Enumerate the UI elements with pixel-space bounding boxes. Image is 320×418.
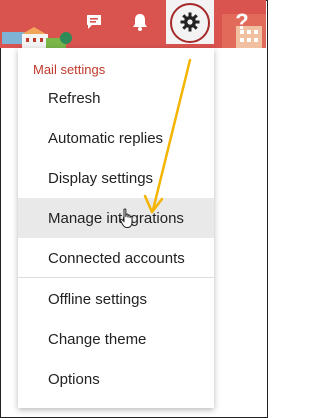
menu-item-label: Refresh <box>48 89 101 107</box>
settings-dropdown: Mail settings Refresh Automatic replies … <box>18 48 214 408</box>
menu-item-manage-integrations[interactable]: Manage integrations <box>18 198 214 238</box>
menu-item-label: Change theme <box>48 330 147 348</box>
menu-item-label: Options <box>48 370 100 388</box>
help-button[interactable]: ? <box>222 0 262 44</box>
menu-item-offline-settings[interactable]: Offline settings <box>18 279 214 319</box>
menu-divider <box>18 277 214 278</box>
roof-illustration <box>22 27 46 34</box>
chat-button[interactable] <box>74 0 114 44</box>
chat-bubble-icon <box>87 15 101 29</box>
menu-item-label: Connected accounts <box>48 249 185 267</box>
menu-item-connected-accounts[interactable]: Connected accounts <box>18 238 214 278</box>
menu-item-label: Automatic replies <box>48 129 164 147</box>
menu-item-label: Offline settings <box>48 290 147 308</box>
menu-item-change-theme[interactable]: Change theme <box>18 319 214 359</box>
menu-item-options[interactable]: Options <box>18 359 214 399</box>
menu-item-label: Display settings <box>48 169 154 187</box>
annotation-circle <box>170 3 210 43</box>
help-label: ? <box>235 9 249 34</box>
tree-illustration <box>60 32 72 44</box>
menu-item-refresh[interactable]: Refresh <box>18 78 214 118</box>
hand-cursor-icon <box>119 208 133 228</box>
section-title-mail-settings: Mail settings <box>33 62 106 77</box>
bell-icon <box>133 14 147 31</box>
menu-item-automatic-replies[interactable]: Automatic replies <box>18 118 214 158</box>
menu-item-label: Manage integrations <box>48 209 184 227</box>
top-banner: ? <box>0 0 266 48</box>
house-illustration <box>22 34 48 48</box>
menu-item-display-settings[interactable]: Display settings <box>18 158 214 198</box>
notifications-button[interactable] <box>120 0 160 44</box>
